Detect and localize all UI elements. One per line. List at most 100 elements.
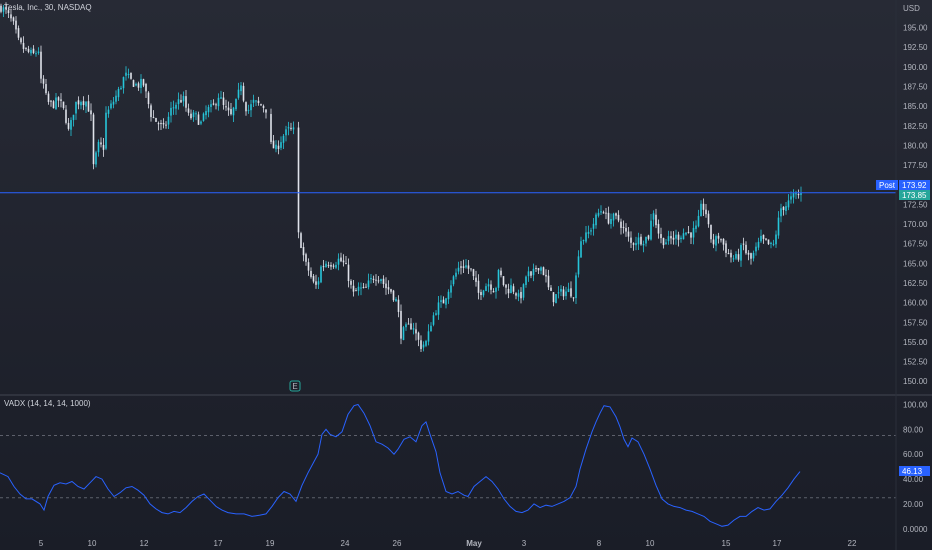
candle-body <box>97 141 100 153</box>
candle-body <box>197 114 200 125</box>
candle-body <box>22 42 25 49</box>
candle-body <box>722 238 725 245</box>
price-tick-label: 192.50 <box>903 43 928 52</box>
candle-body <box>105 112 107 149</box>
candle-body <box>245 102 247 112</box>
candle-body <box>367 280 370 288</box>
candle-body <box>582 240 585 242</box>
candle-body <box>27 48 30 52</box>
candle-body <box>327 265 330 267</box>
candle-body <box>152 117 155 119</box>
indicator-tick-label: 20.00 <box>903 500 924 509</box>
chart-background <box>0 0 932 550</box>
candle-body <box>10 14 12 19</box>
candle-body <box>567 288 570 292</box>
candle-body <box>665 242 667 245</box>
candle-body <box>372 278 375 280</box>
candle-body <box>450 285 452 293</box>
candle-body <box>332 265 335 267</box>
last-price-tag: 173.85 <box>902 191 927 200</box>
candle-body <box>515 293 517 296</box>
candle-body <box>520 291 522 299</box>
candle-body <box>457 267 460 272</box>
candle-body <box>432 315 435 325</box>
candle-body <box>690 232 692 238</box>
candle-body <box>637 237 640 245</box>
price-tick-label: 150.00 <box>903 377 928 386</box>
candle-body <box>0 5 2 12</box>
candle-body <box>742 243 745 245</box>
candle-body <box>340 257 342 262</box>
price-tick-label: 157.50 <box>903 318 928 327</box>
candle-body <box>662 238 665 246</box>
candle-body <box>182 95 185 102</box>
candle-body <box>660 234 662 239</box>
candle-body <box>552 292 555 303</box>
candle-body <box>747 252 750 255</box>
candle-body <box>260 104 262 106</box>
candle-body <box>277 145 280 149</box>
candle-body <box>402 327 405 340</box>
candle-body <box>472 269 475 277</box>
candle-body <box>47 93 50 102</box>
candle-body <box>792 192 795 198</box>
candle-body <box>127 74 130 76</box>
candle-body <box>102 144 105 150</box>
candle-body <box>225 106 227 108</box>
candle-body <box>692 227 695 238</box>
candle-body <box>735 253 737 259</box>
candle-body <box>790 196 792 200</box>
candle-body <box>107 109 110 114</box>
candle-body <box>732 258 735 260</box>
candle-body <box>727 253 730 255</box>
candle-body <box>262 105 265 108</box>
candle-body <box>502 276 505 285</box>
candle-body <box>765 238 767 240</box>
indicator-tick-label: 40.00 <box>903 475 924 484</box>
candle-body <box>695 225 697 229</box>
candle-body <box>675 234 677 239</box>
candle-body <box>555 294 557 304</box>
candle-body <box>762 234 765 239</box>
candle-body <box>317 281 320 285</box>
candle-body <box>720 239 722 241</box>
candle-body <box>355 290 357 292</box>
candle-body <box>760 235 762 242</box>
earnings-label: E <box>292 382 297 391</box>
candle-body <box>145 83 147 92</box>
candle-body <box>467 265 470 269</box>
candle-body <box>532 268 535 276</box>
candle-body <box>192 112 195 118</box>
candle-body <box>125 72 127 76</box>
candle-body <box>715 236 717 246</box>
candle-body <box>42 78 45 84</box>
price-tick-label: 187.50 <box>903 82 928 91</box>
candle-body <box>65 109 67 123</box>
candle-body <box>490 284 492 290</box>
price-tick-label: 167.50 <box>903 240 928 249</box>
price-tick-label: 165.00 <box>903 259 928 268</box>
candle-body <box>75 101 77 114</box>
candle-body <box>302 246 305 256</box>
candle-body <box>800 193 802 195</box>
currency-label: USD <box>903 4 920 13</box>
indicator-tick-label: 100.00 <box>903 400 928 409</box>
candle-body <box>380 279 382 282</box>
candle-body <box>150 105 152 118</box>
price-tick-label: 152.50 <box>903 358 928 367</box>
candle-body <box>177 99 180 105</box>
candle-body <box>777 217 780 236</box>
candle-body <box>315 281 317 285</box>
candle-body <box>375 279 377 281</box>
candle-body <box>377 280 380 282</box>
candle-body <box>620 221 622 228</box>
candle-body <box>572 297 575 299</box>
candle-body <box>257 100 260 103</box>
time-tick-label: 19 <box>266 539 275 548</box>
candle-body <box>67 122 70 129</box>
candle-body <box>462 266 465 268</box>
candle-body <box>312 276 315 282</box>
candle-body <box>370 278 372 280</box>
candle-body <box>610 218 612 224</box>
candle-body <box>342 260 345 263</box>
